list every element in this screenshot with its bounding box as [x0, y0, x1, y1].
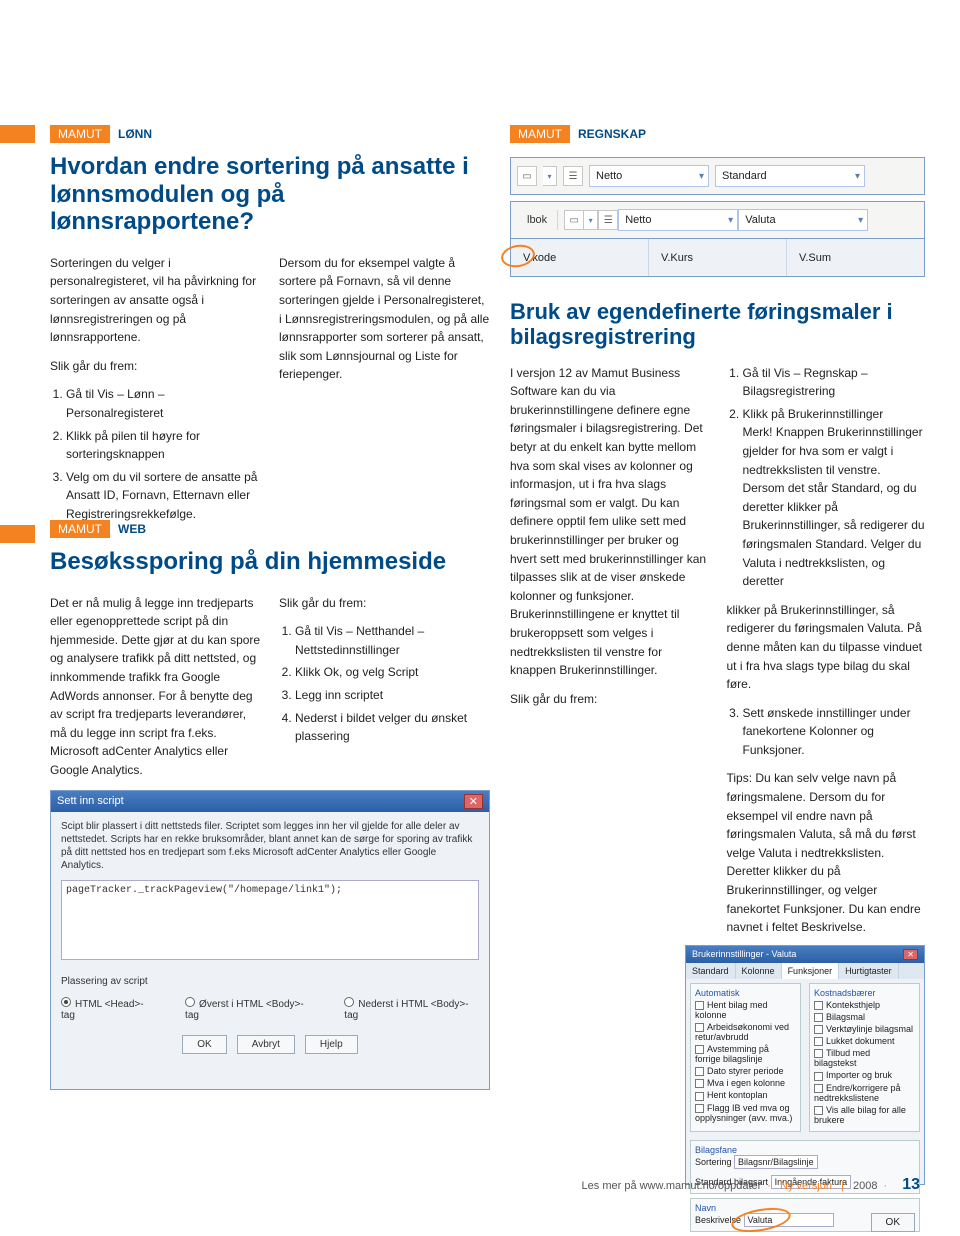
- regnskap-step2: Klikk på BrukerinnstillingerMerk! Knappe…: [743, 405, 926, 591]
- grp-bilag-label: Bilagsfane: [695, 1145, 915, 1155]
- col-vkurs: V.Kurs: [649, 239, 787, 276]
- tag-regnskap: MAMUTREGNSKAP: [510, 125, 646, 143]
- footer: Les mer på www.mamut.no/oppdater· Ny ver…: [582, 1176, 920, 1194]
- web-step3: Legg inn scriptet: [295, 686, 490, 705]
- grp-auto-label: Automatisk: [695, 988, 796, 998]
- regnskap-p2: klikker på Brukerinnstillinger, så redig…: [727, 601, 926, 694]
- dialog-title: Sett inn script: [57, 795, 124, 807]
- select-standard[interactable]: Standard▾: [715, 165, 865, 187]
- lonn-intro: Sorteringen du velger i personalregister…: [50, 254, 261, 347]
- tab-hurtig[interactable]: Hurtigtaster: [839, 963, 899, 979]
- regnskap-p1: I versjon 12 av Mamut Business Software …: [510, 364, 709, 680]
- chk-kost-7[interactable]: Vis alle bilag for alle brukere: [814, 1105, 915, 1125]
- select-valuta[interactable]: Valuta▾: [738, 209, 868, 231]
- close-icon[interactable]: ✕: [903, 949, 918, 960]
- chk-kost-4[interactable]: Tilbud med bilagstekst: [814, 1048, 915, 1068]
- tag-lonn: MAMUTLØNN: [50, 125, 152, 143]
- lonn-step2: Klikk på pilen til høyre for sorteringsk…: [66, 427, 261, 464]
- select-netto-2[interactable]: Netto▾: [618, 209, 738, 231]
- doc-icon[interactable]: ▭: [517, 166, 537, 186]
- tab-kolonne[interactable]: Kolonne: [736, 963, 782, 979]
- chk-auto-3[interactable]: Dato styrer periode: [695, 1066, 796, 1076]
- chk-kost-6[interactable]: Endre/korrigere på nedtrekkslistene: [814, 1083, 915, 1103]
- regnskap-step3: Sett ønskede innstillinger under fanekor…: [743, 704, 926, 760]
- cancel-button[interactable]: Avbryt: [237, 1035, 295, 1054]
- decor-bar-top: [0, 125, 35, 143]
- chk-auto-0[interactable]: Hent bilag med kolonne: [695, 1000, 796, 1020]
- chk-auto-1[interactable]: Arbeidsøkonomi ved retur/avbrudd: [695, 1022, 796, 1042]
- col-vsum: V.Sum: [787, 239, 924, 276]
- ok-button[interactable]: OK: [182, 1035, 226, 1054]
- list-icon[interactable]: ☰: [563, 166, 583, 186]
- lonn-body: Sorteringen du velger i personalregister…: [50, 254, 490, 524]
- lonn-step3: Velg om du vil sortere de ansatte på Ans…: [66, 468, 261, 524]
- chk-kost-5[interactable]: Importer og bruk: [814, 1070, 915, 1080]
- regnskap-step1: Gå til Vis – Regnskap – Bilagsregistreri…: [743, 364, 926, 401]
- tab-lbok[interactable]: lbok: [517, 210, 558, 230]
- regnskap-body: I versjon 12 av Mamut Business Software …: [510, 364, 925, 937]
- web-step1: Gå til Vis – Netthandel – Nettstedinnsti…: [295, 622, 490, 659]
- toolbar-2: lbok ▭▾ ☰ Netto▾ Valuta▾: [510, 201, 925, 239]
- regnskap-tips: Tips: Du kan selv velge navn på føringsm…: [727, 769, 926, 936]
- web-frem: Slik går du frem:: [279, 594, 490, 613]
- radio-body-top[interactable]: Øverst i HTML <Body>-tag: [185, 997, 314, 1021]
- regnskap-frem: Slik går du frem:: [510, 690, 709, 709]
- lonn-note: Dersom du for eksempel valgte å sortere …: [279, 254, 490, 384]
- lonn-frem: Slik går du frem:: [50, 357, 261, 376]
- chk-auto-6[interactable]: Flagg IB ved mva og opplysninger (avv. m…: [695, 1103, 796, 1123]
- chk-kost-3[interactable]: Lukket dokument: [814, 1036, 915, 1046]
- radio-head[interactable]: HTML <Head>-tag: [61, 997, 155, 1021]
- tab-funksjoner[interactable]: Funksjoner: [782, 963, 840, 979]
- chevron-down-icon[interactable]: ▾: [584, 210, 598, 230]
- settings-dialog: Brukerinnstillinger - Valuta ✕ Standard …: [685, 945, 925, 1185]
- placement-label: Plassering av script: [61, 976, 479, 987]
- toolbar-1: ▭ ▾ ☰ Netto▾ Standard▾: [510, 157, 925, 195]
- web-body: Det er nå mulig å legge inn tredjeparts …: [50, 594, 490, 780]
- web-step4: Nederst i bildet velger du ønsket plasse…: [295, 709, 490, 746]
- web-title: Besøkssporing på din hjemmeside: [50, 548, 490, 576]
- dialog-desc: Scipt blir plassert i ditt nettsteds fil…: [61, 820, 479, 872]
- ok-button-settings[interactable]: OK: [871, 1213, 915, 1232]
- chk-kost-1[interactable]: Bilagsmal: [814, 1012, 915, 1022]
- web-step2: Klikk Ok, og velg Script: [295, 663, 490, 682]
- column-headers: V.kode V.Kurs V.Sum: [510, 239, 925, 277]
- settings-title: Brukerinnstillinger - Valuta: [692, 949, 796, 959]
- lonn-title: Hvordan endre sortering på ansatte i løn…: [50, 153, 490, 236]
- chk-auto-5[interactable]: Hent kontoplan: [695, 1090, 796, 1100]
- doc-icon-2[interactable]: ▭: [564, 210, 584, 230]
- chevron-down-icon[interactable]: ▾: [543, 166, 557, 186]
- chk-kost-0[interactable]: Konteksthjelp: [814, 1000, 915, 1010]
- select-sort[interactable]: Bilagsnr/Bilagslinje: [734, 1155, 818, 1169]
- list-icon-2[interactable]: ☰: [598, 210, 618, 230]
- tab-standard[interactable]: Standard: [686, 963, 736, 979]
- chk-auto-4[interactable]: Mva i egen kolonne: [695, 1078, 796, 1088]
- web-intro: Det er nå mulig å legge inn tredjeparts …: [50, 594, 261, 780]
- tag-web: MAMUTWEB: [50, 520, 146, 538]
- radio-body-bottom[interactable]: Nederst i HTML <Body>-tag: [344, 997, 479, 1021]
- help-button[interactable]: Hjelp: [305, 1035, 358, 1054]
- decor-bar-bottom: [0, 525, 35, 543]
- script-textarea[interactable]: pageTracker._trackPageview("/homepage/li…: [61, 880, 479, 960]
- grp-kost-label: Kostnadsbærer: [814, 988, 915, 998]
- chk-kost-2[interactable]: Verktøylinje bilagsmal: [814, 1024, 915, 1034]
- select-netto-1[interactable]: Netto▾: [589, 165, 709, 187]
- chk-auto-2[interactable]: Avstemming på forrige bilagslinje: [695, 1044, 796, 1064]
- script-dialog: Sett inn script ✕ Scipt blir plassert i …: [50, 790, 490, 1090]
- regnskap-title: Bruk av egendefinerte føringsmaler i bil…: [510, 299, 925, 350]
- lonn-step1: Gå til Vis – Lønn – Personalregisteret: [66, 385, 261, 422]
- close-icon[interactable]: ✕: [464, 794, 483, 809]
